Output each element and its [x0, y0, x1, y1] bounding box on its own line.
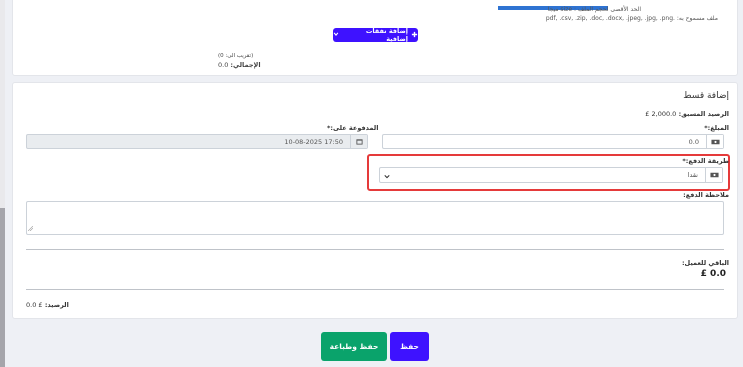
- total-label: الإجمالي:: [230, 61, 261, 69]
- plus-icon: [411, 31, 418, 40]
- remaining-label: الباقي للعميل:: [681, 259, 729, 267]
- prev-balance-label: الرصيد المسبق:: [678, 110, 729, 118]
- chevron-down-icon: [384, 173, 390, 181]
- save-button[interactable]: حفظ: [390, 332, 429, 361]
- allowed-types-hint: ملف مسموح به: pdf, .csv, .zip, .doc, .do…: [546, 15, 718, 22]
- resize-handle-icon[interactable]: [27, 225, 34, 233]
- prev-balance-value: 2,000.0 £: [645, 110, 677, 118]
- total-row: الإجمالي: 0.0: [218, 61, 261, 69]
- amount-input[interactable]: 0.0: [382, 134, 724, 149]
- scrollbar-thumb[interactable]: [0, 208, 5, 367]
- paid-on-label: المدفوعة على:*: [327, 124, 379, 132]
- amount-label: المبلغ:*: [704, 124, 729, 132]
- divider: [26, 249, 724, 250]
- divider: [26, 289, 724, 290]
- total-value: 0.0: [218, 61, 229, 69]
- add-extra-expenses-button[interactable]: إضافة نفقات إضافية: [333, 27, 418, 43]
- payment-note-textarea[interactable]: [26, 201, 724, 235]
- calendar-icon: [350, 135, 367, 148]
- payment-method-select[interactable]: نقدا: [379, 167, 723, 183]
- rounding-note: (تقريب الى: 0): [218, 53, 254, 59]
- installment-title: إضافة قسط: [683, 91, 729, 101]
- remaining-value: £ 0.0: [700, 269, 726, 279]
- balance-row: الرصيد: £ 0.0: [26, 301, 69, 309]
- amount-value: 0.0: [688, 137, 699, 146]
- page-scrollbar[interactable]: [0, 0, 5, 367]
- paid-on-input[interactable]: 10-08-2025 17:50: [26, 134, 368, 149]
- cash-icon: [705, 168, 722, 182]
- balance-value: £ 0.0: [26, 301, 43, 309]
- payment-method-value: نقدا: [687, 171, 698, 179]
- payment-method-label: طريقة الدفع:*: [682, 157, 729, 165]
- payment-note-label: ملاحظة الدفع:: [683, 191, 729, 199]
- cash-icon: [706, 135, 723, 148]
- chevron-down-icon: [333, 31, 339, 39]
- max-size-hint: الحد الأقصى لحجم الملف : size ميجا: [547, 6, 641, 13]
- allowed-types-value: pdf, .csv, .zip, .doc, .docx, .jpeg, .jp…: [545, 15, 675, 22]
- paid-on-value: 10-08-2025 17:50: [284, 137, 343, 146]
- save-and-print-button[interactable]: حفظ وطباعة: [321, 332, 387, 361]
- add-extra-expenses-label: إضافة نفقات إضافية: [365, 27, 408, 43]
- previous-balance: الرصيد المسبق: 2,000.0 £: [645, 110, 729, 118]
- allowed-types-label: ملف مسموح به:: [676, 15, 718, 22]
- balance-label: الرصيد:: [44, 301, 69, 309]
